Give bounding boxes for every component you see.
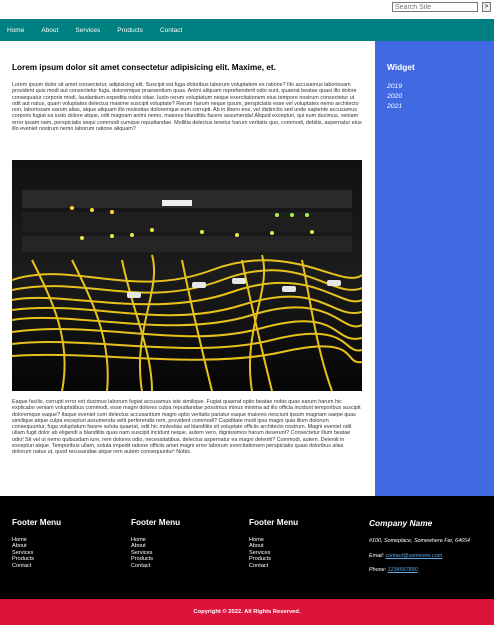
hero-image <box>12 160 362 391</box>
footer-menu-title: Footer Menu <box>249 518 299 527</box>
footer-link-contact[interactable]: Contact <box>12 563 61 569</box>
footer-link-contact[interactable]: Contact <box>131 563 180 569</box>
company-name: Company Name <box>369 518 433 528</box>
nav-services[interactable]: Services <box>75 27 100 34</box>
sidebar: Widget 2019 2020 2021 <box>375 41 494 496</box>
email-link[interactable]: contact@someone.com <box>385 553 442 559</box>
search-button[interactable]: > <box>482 2 491 12</box>
widget-title: Widget <box>387 62 415 72</box>
company-email: Email: contact@someone.com <box>369 553 489 560</box>
company-address: #100, Someplace, Somewhere Far, 64654 <box>369 538 470 544</box>
widget-item-2021[interactable]: 2021 <box>387 102 402 112</box>
copyright-bar: Copyright © 2022. All Rights Reserved. <box>0 599 494 625</box>
top-bar: > <box>0 0 494 14</box>
nav-about[interactable]: About <box>41 27 58 34</box>
footer-menu-title: Footer Menu <box>131 518 181 527</box>
main-content: Lorem ipsum dolor sit amet consectetur a… <box>0 41 375 496</box>
company-info: Company Name #100, Someplace, Somewhere … <box>369 518 489 582</box>
footer-menu-2: Footer Menu Home About Services Products… <box>131 518 180 569</box>
footer-menu-title: Footer Menu <box>12 518 62 527</box>
nav-contact[interactable]: Contact <box>160 27 182 34</box>
article-title: Lorem ipsum dolor sit amet consectetur a… <box>12 63 276 72</box>
phone-label: Phone: <box>369 567 387 573</box>
footer-link-contact[interactable]: Contact <box>249 563 298 569</box>
footer-menu-3: Footer Menu Home About Services Products… <box>249 518 298 569</box>
company-phone: Phone: 1234567890 <box>369 567 489 574</box>
widget-item-2019[interactable]: 2019 <box>387 82 402 92</box>
nav-products[interactable]: Products <box>117 27 143 34</box>
footer: Footer Menu Home About Services Products… <box>0 496 494 599</box>
nav-home[interactable]: Home <box>7 27 24 34</box>
search-input[interactable] <box>392 2 478 12</box>
widget-list: 2019 2020 2021 <box>387 82 402 112</box>
phone-link[interactable]: 1234567890 <box>388 567 418 573</box>
footer-menu-1: Footer Menu Home About Services Products… <box>12 518 61 569</box>
main-nav: Home About Services Products Contact <box>0 19 494 41</box>
email-label: Email: <box>369 552 384 559</box>
server-rack-image <box>12 160 362 391</box>
site-search: > <box>392 2 491 12</box>
article-paragraph-2: Eaque facilis, corrupti error est ducimu… <box>12 399 361 456</box>
widget-item-2020[interactable]: 2020 <box>387 92 402 102</box>
article-paragraph-1: Lorem ipsum dolor sit amet consectetur, … <box>12 82 362 133</box>
